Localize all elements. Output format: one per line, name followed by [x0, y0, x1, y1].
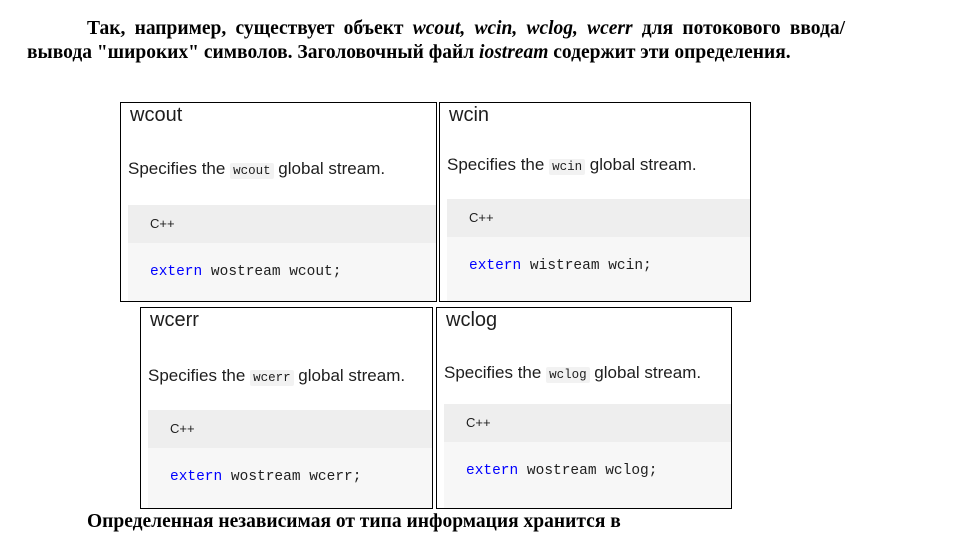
card-description: Specifies the wcin global stream.	[447, 155, 697, 175]
code-declaration: wostream wcerr;	[222, 469, 362, 485]
code-language-label: C++	[128, 205, 436, 243]
inline-code: wclog	[546, 367, 590, 383]
wcerr-card: wcerr Specifies the wcerr global stream.…	[140, 307, 433, 509]
code-line: extern wistream wcin;	[447, 237, 750, 274]
intro-text-3: содержит эти определения.	[548, 42, 791, 63]
intro-paragraph: Так, например, существует объект wcout, …	[27, 17, 845, 65]
inline-code: wcout	[230, 163, 274, 179]
inline-code: wcerr	[250, 370, 294, 386]
card-title: wcerr	[150, 309, 199, 331]
card-description: Specifies the wcout global stream.	[128, 159, 386, 179]
intro-header-name: iostream	[479, 42, 549, 63]
code-line: extern wostream wcerr;	[148, 448, 432, 485]
code-block: C++ extern wostream wclog;	[444, 404, 731, 508]
inline-code: wcin	[549, 159, 586, 175]
card-title: wcout	[130, 104, 183, 126]
code-declaration: wostream wcout;	[202, 264, 342, 280]
card-title: wclog	[446, 309, 498, 331]
code-line: extern wostream wclog;	[444, 442, 731, 479]
code-declaration: wistream wcin;	[521, 258, 652, 274]
code-block: C++ extern wistream wcin;	[447, 199, 750, 301]
intro-text-1: Так, например, существует объект	[87, 18, 413, 39]
wclog-card: wclog Specifies the wclog global stream.…	[436, 307, 732, 509]
code-keyword: extern	[469, 258, 522, 274]
code-keyword: extern	[466, 463, 519, 479]
card-description: Specifies the wclog global stream.	[444, 363, 702, 383]
code-line: extern wostream wcout;	[128, 243, 436, 280]
wcin-card: wcin Specifies the wcin global stream. C…	[439, 102, 751, 302]
card-description: Specifies the wcerr global stream.	[148, 366, 406, 386]
next-paragraph: Определенная независимая от типа информа…	[87, 511, 621, 532]
code-block: C++ extern wostream wcout;	[128, 205, 436, 301]
card-title: wcin	[449, 104, 490, 126]
intro-objects: wcout, wcin, wclog, wcerr	[412, 18, 633, 39]
code-language-label: C++	[444, 404, 731, 442]
wcout-card: wcout Specifies the wcout global stream.…	[120, 102, 437, 302]
code-keyword: extern	[150, 264, 203, 280]
code-keyword: extern	[170, 469, 223, 485]
code-declaration: wostream wclog;	[518, 463, 658, 479]
code-language-label: C++	[148, 410, 432, 448]
code-block: C++ extern wostream wcerr;	[148, 410, 432, 508]
code-language-label: C++	[447, 199, 750, 237]
